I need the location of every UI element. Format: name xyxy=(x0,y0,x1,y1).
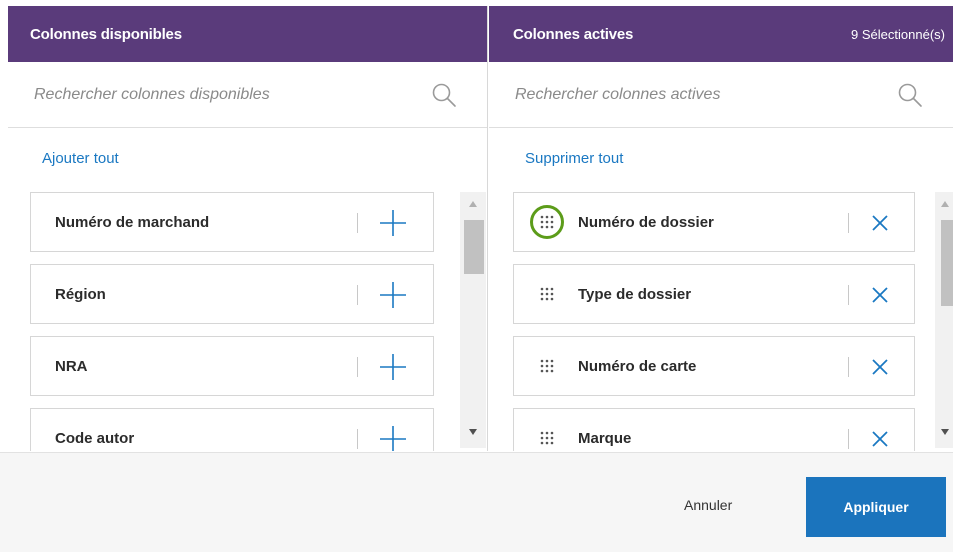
divider xyxy=(357,429,358,449)
divider xyxy=(848,357,849,377)
column-label: NRA xyxy=(55,357,88,375)
available-columns-list: Numéro de marchand Région NRA Code autor xyxy=(30,192,434,451)
column-label: Numéro de carte xyxy=(578,357,697,375)
cancel-button[interactable]: Annuler xyxy=(684,497,732,513)
drag-handle-icon[interactable] xyxy=(530,205,564,239)
available-columns-title: Colonnes disponibles xyxy=(30,25,182,43)
list-item: Numéro de dossier xyxy=(513,192,915,252)
active-columns-list: Numéro de dossier Type de dossier Numéro… xyxy=(513,192,915,451)
plus-icon[interactable] xyxy=(377,423,409,451)
active-columns-title: Colonnes actives xyxy=(513,25,634,43)
available-scrollbar[interactable] xyxy=(460,192,486,448)
plus-icon[interactable] xyxy=(377,207,409,239)
divider xyxy=(848,213,849,233)
column-label: Type de dossier xyxy=(578,285,692,303)
close-icon[interactable] xyxy=(868,427,892,451)
apply-button[interactable]: Appliquer xyxy=(806,477,946,537)
available-search-row xyxy=(8,62,487,128)
available-columns-panel: Colonnes disponibles Ajouter tout Numéro… xyxy=(8,6,488,451)
scroll-thumb[interactable] xyxy=(941,220,953,306)
list-item: Type de dossier xyxy=(513,264,915,324)
column-label: Code autor xyxy=(55,429,135,447)
add-all-link[interactable]: Ajouter tout xyxy=(42,150,119,167)
scroll-thumb[interactable] xyxy=(464,220,484,274)
drag-handle-icon[interactable] xyxy=(530,349,564,383)
close-icon[interactable] xyxy=(868,283,892,307)
plus-icon[interactable] xyxy=(377,351,409,383)
divider xyxy=(357,285,358,305)
scroll-down-icon[interactable] xyxy=(460,428,486,440)
list-item: Numéro de marchand xyxy=(30,192,434,252)
column-label: Numéro de marchand xyxy=(55,213,210,231)
list-item: Marque xyxy=(513,408,915,451)
active-columns-panel: Colonnes actives 9 Sélectionné(s) Suppri… xyxy=(489,6,953,451)
active-scrollbar[interactable] xyxy=(935,192,953,448)
divider xyxy=(848,429,849,449)
scroll-down-icon[interactable] xyxy=(935,428,953,440)
divider xyxy=(357,357,358,377)
search-icon[interactable] xyxy=(431,82,457,108)
available-columns-header: Colonnes disponibles xyxy=(8,6,487,62)
column-label: Numéro de dossier xyxy=(578,213,714,231)
selected-count: 9 Sélectionné(s) xyxy=(851,26,945,42)
list-item: NRA xyxy=(30,336,434,396)
remove-all-link[interactable]: Supprimer tout xyxy=(525,150,623,167)
active-search-row xyxy=(489,62,953,128)
divider xyxy=(357,213,358,233)
close-icon[interactable] xyxy=(868,355,892,379)
scroll-up-icon[interactable] xyxy=(460,200,486,212)
active-columns-header: Colonnes actives 9 Sélectionné(s) xyxy=(489,6,953,62)
available-search-input[interactable] xyxy=(34,85,354,104)
list-item: Code autor xyxy=(30,408,434,451)
close-icon[interactable] xyxy=(868,211,892,235)
column-label: Marque xyxy=(578,429,632,447)
scroll-up-icon[interactable] xyxy=(935,200,953,212)
drag-handle-icon[interactable] xyxy=(530,421,564,451)
column-label: Région xyxy=(55,285,106,303)
plus-icon[interactable] xyxy=(377,279,409,311)
dialog-footer: Annuler Appliquer xyxy=(0,452,953,552)
search-icon[interactable] xyxy=(897,82,923,108)
drag-handle-icon[interactable] xyxy=(530,277,564,311)
list-item: Région xyxy=(30,264,434,324)
active-search-input[interactable] xyxy=(515,85,835,104)
list-item: Numéro de carte xyxy=(513,336,915,396)
divider xyxy=(848,285,849,305)
